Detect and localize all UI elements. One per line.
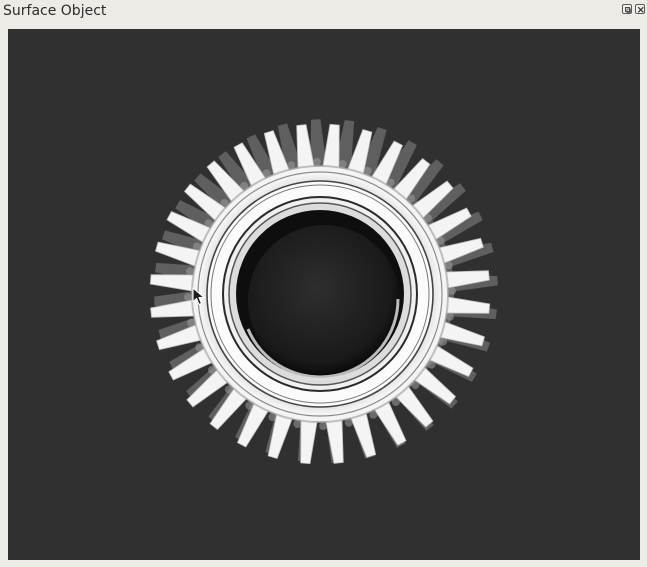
tooth-root-notch	[369, 410, 378, 419]
tooth-root-notch	[448, 286, 456, 295]
window-title: Surface Object	[3, 3, 107, 19]
float-restore-icon	[625, 7, 631, 13]
close-button[interactable]	[635, 4, 645, 14]
tooth-root-notch	[220, 198, 229, 207]
tooth-root-notch	[192, 242, 201, 251]
gear-render	[149, 119, 498, 465]
tooth-root-notch	[436, 236, 445, 245]
tooth-root-notch	[446, 312, 454, 321]
tooth-root-notch	[187, 318, 196, 327]
3d-viewport[interactable]	[8, 29, 640, 560]
mouse-cursor-icon	[192, 287, 205, 306]
tooth-root-notch	[386, 178, 395, 187]
tooth-root-notch	[287, 161, 296, 170]
tooth-root-notch	[424, 214, 432, 223]
surface-object-window: Surface Object	[0, 0, 647, 567]
tooth-root-notch	[262, 169, 271, 178]
tooth-root-notch	[195, 343, 204, 352]
tooth-root-notch	[224, 385, 233, 394]
tooth-root-notch	[407, 194, 416, 203]
close-icon	[637, 6, 644, 13]
tooth-root-notch	[319, 422, 328, 430]
tooth-root-notch	[208, 365, 216, 374]
tooth-root-notch	[439, 337, 448, 346]
tooth-root-notch	[312, 158, 321, 166]
title-bar[interactable]: Surface Object	[0, 0, 647, 22]
tooth-root-notch	[245, 401, 254, 410]
tooth-root-notch	[344, 418, 353, 427]
tooth-root-notch	[204, 219, 213, 228]
tooth-root-notch	[240, 182, 249, 190]
tooth-root-notch	[411, 381, 420, 390]
tooth-root-notch	[444, 261, 453, 270]
tooth-root-notch	[184, 293, 192, 302]
tooth-root-notch	[338, 160, 347, 168]
tooth-root-notch	[363, 166, 372, 175]
tooth-root-notch	[391, 398, 400, 406]
tooth-root-notch	[427, 360, 436, 369]
tooth-root-notch	[186, 267, 194, 276]
tooth-root-notch	[293, 420, 302, 428]
float-button[interactable]	[622, 4, 632, 14]
tooth-root-notch	[268, 413, 277, 422]
